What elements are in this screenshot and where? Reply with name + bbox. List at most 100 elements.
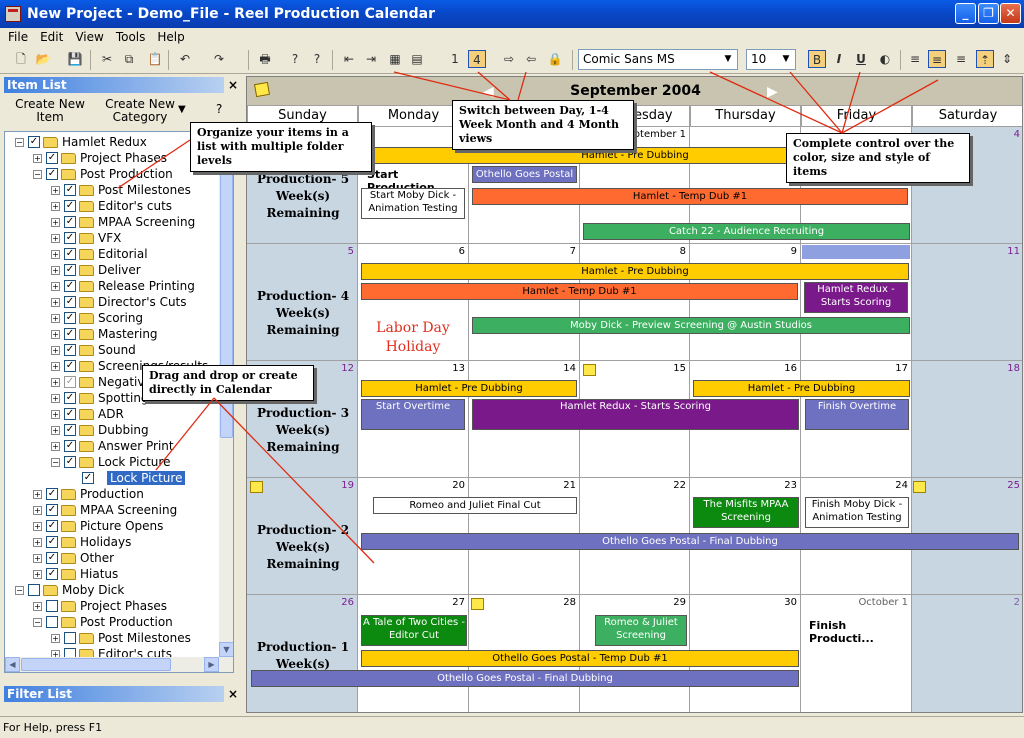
tree-item[interactable]: + ✓ Picture Opens (33, 518, 163, 534)
day-cell[interactable]: October 1 (801, 595, 912, 712)
expand-toggle-icon[interactable]: + (33, 601, 42, 611)
event-w3-dubbing-a[interactable]: Hamlet - Pre Dubbing (361, 380, 577, 397)
tree-checkbox[interactable]: ✓ (64, 264, 76, 276)
tree-item[interactable]: + ✓ Holidays (33, 534, 131, 550)
underline-button[interactable]: U (852, 50, 870, 68)
tree-checkbox[interactable]: ✓ (64, 360, 76, 372)
valign-middle-icon[interactable]: ⇕ (998, 50, 1016, 68)
menu-edit[interactable]: Edit (34, 30, 69, 44)
event-w1-tempdub[interactable]: Hamlet - Temp Dub #1 (472, 188, 908, 205)
new-file-icon[interactable]: 🗋 (12, 50, 30, 68)
tree-checkbox[interactable]: ✓ (46, 488, 58, 500)
close-icon[interactable]: × (228, 687, 238, 701)
tree-checkbox[interactable]: ✓ (64, 248, 76, 260)
tree-item[interactable]: + ✓ Editorial (51, 246, 148, 262)
expand-toggle-icon[interactable]: − (33, 617, 42, 627)
hscroll-thumb[interactable] (21, 658, 171, 671)
create-new-category-button[interactable]: Create New Category (102, 98, 178, 124)
event-w3-overtime-b[interactable]: Finish Overtime (805, 399, 909, 430)
tree-checkbox[interactable]: ✓ (28, 136, 40, 148)
expand-toggle-icon[interactable]: − (15, 585, 24, 595)
event-w3-dubbing-b[interactable]: Hamlet - Pre Dubbing (693, 380, 910, 397)
tree-item[interactable]: − ✓ Hamlet Redux (15, 134, 147, 150)
tree-checkbox[interactable]: ✓ (64, 440, 76, 452)
expand-toggle-icon[interactable]: + (33, 537, 42, 547)
tree-checkbox[interactable]: ✓ (46, 552, 58, 564)
open-folder-icon[interactable]: 📂 (34, 50, 52, 68)
tree-checkbox[interactable]: ✓ (64, 296, 76, 308)
tree-checkbox[interactable]: ✓ (64, 376, 76, 388)
expand-toggle-icon[interactable]: − (15, 137, 24, 147)
expand-toggle-icon[interactable]: + (51, 233, 60, 243)
day-cell[interactable]: 7 (469, 244, 580, 361)
outdent-icon[interactable]: ⇥ (362, 50, 380, 68)
lock-icon[interactable]: 🔒 (546, 50, 564, 68)
paste-icon[interactable]: 📋 (146, 50, 164, 68)
expand-toggle-icon[interactable]: + (33, 553, 42, 563)
event-w4-finishmoby[interactable]: Finish Moby Dick - Animation Testing (805, 497, 909, 528)
event-w5-final[interactable]: Othello Goes Postal - Final Dubbing (251, 670, 799, 687)
tree-checkbox[interactable]: ✓ (64, 200, 76, 212)
event-w5-romeo[interactable]: Romeo & Juliet Screening (595, 615, 687, 646)
tree-checkbox[interactable] (46, 600, 58, 612)
indent-icon[interactable]: ⇤ (340, 50, 358, 68)
tree-item[interactable]: + ✓ Mastering (51, 326, 158, 342)
tree-item[interactable]: + ✓ Other (33, 550, 114, 566)
month-view-icon[interactable]: ⇨ (500, 50, 518, 68)
cut-icon[interactable]: ✂ (98, 50, 116, 68)
tree-checkbox[interactable] (28, 584, 40, 596)
undo-icon[interactable]: ↶ (176, 50, 194, 68)
tree-item[interactable]: − Moby Dick (15, 582, 124, 598)
tree-checkbox[interactable]: ✓ (64, 184, 76, 196)
help-button[interactable]: ? (216, 102, 222, 116)
horizontal-scrollbar[interactable]: ◀ ▶ (5, 657, 233, 672)
calendar-grid-icon[interactable]: ▦ (386, 50, 404, 68)
dropdown-arrow-icon[interactable]: ▼ (178, 104, 186, 115)
tree-item[interactable]: − Post Production (33, 614, 173, 630)
tree-item[interactable]: + ✓ Hiatus (33, 566, 118, 582)
expand-toggle-icon[interactable]: + (51, 361, 60, 371)
close-window-button[interactable]: ✕ (1000, 3, 1021, 24)
expand-toggle-icon[interactable]: + (51, 345, 60, 355)
color-picker-icon[interactable]: ◐ (876, 50, 894, 68)
holiday-label[interactable]: Labor Day Holiday (363, 319, 463, 357)
align-center-icon[interactable]: ≡ (928, 50, 946, 68)
tree-item[interactable]: + ✓ Production (33, 486, 144, 502)
expand-toggle-icon[interactable]: + (51, 265, 60, 275)
expand-toggle-icon[interactable]: + (51, 409, 60, 419)
event-w3-overtime-a[interactable]: Start Overtime (361, 399, 465, 430)
tree-checkbox[interactable] (46, 616, 58, 628)
expand-toggle-icon[interactable]: + (51, 377, 60, 387)
help-icon[interactable]: ? (286, 50, 304, 68)
tree-checkbox[interactable]: ✓ (82, 472, 94, 484)
tree-item[interactable]: + Project Phases (33, 598, 167, 614)
copy-icon[interactable]: ⧉ (120, 50, 138, 68)
tree-checkbox[interactable]: ✓ (64, 392, 76, 404)
scroll-left-icon[interactable]: ◀ (5, 657, 20, 672)
expand-toggle-icon[interactable]: + (33, 569, 42, 579)
event-w4-othello[interactable]: Othello Goes Postal - Final Dubbing (361, 533, 1019, 550)
event-w2-scoring[interactable]: Hamlet Redux - Starts Scoring (804, 282, 908, 313)
expand-toggle-icon[interactable]: − (51, 457, 60, 467)
tree-item[interactable]: + ✓ Post Milestones (51, 182, 191, 198)
chevron-down-icon[interactable]: ▼ (720, 51, 736, 68)
maximize-button[interactable]: ❐ (978, 3, 999, 24)
week-view-icon[interactable]: 4 (468, 50, 486, 68)
valign-top-icon[interactable]: ⇡ (976, 50, 994, 68)
day-cell[interactable]: 9 (690, 244, 801, 361)
save-icon[interactable]: 💾 (66, 50, 84, 68)
tree-item[interactable]: + ✓ Editor's cuts (51, 198, 172, 214)
tree-item[interactable]: + ✓ Release Printing (51, 278, 195, 294)
tree-checkbox[interactable]: ✓ (46, 168, 58, 180)
event-w1-othello[interactable]: Othello Goes Postal (472, 166, 577, 183)
tree-item[interactable]: + ✓ ADR (51, 406, 124, 422)
scroll-down-icon[interactable]: ▼ (219, 642, 233, 657)
event-w1-catch[interactable]: Catch 22 - Audience Recruiting (583, 223, 910, 240)
menu-file[interactable]: File (2, 30, 34, 44)
event-w4-romeo[interactable]: Romeo and Juliet Final Cut (373, 497, 577, 514)
align-right-icon[interactable]: ≡ (952, 50, 970, 68)
tree-item[interactable]: + ✓ Deliver (51, 262, 141, 278)
italic-button[interactable]: I (830, 50, 848, 68)
tree-checkbox[interactable]: ✓ (64, 312, 76, 324)
tree-checkbox[interactable]: ✓ (64, 328, 76, 340)
